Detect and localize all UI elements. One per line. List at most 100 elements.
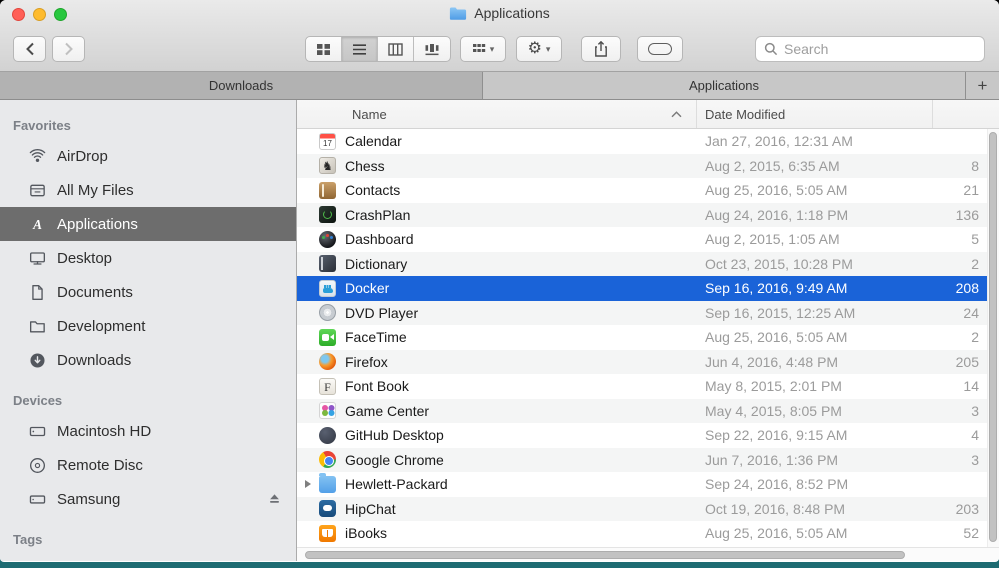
file-date-modified: Jun 7, 2016, 1:36 PM: [697, 452, 933, 468]
list-row-firefox[interactable]: FirefoxJun 4, 2016, 4:48 PM205: [297, 350, 999, 375]
folder-icon: [319, 476, 336, 493]
sidebar-item-label: Macintosh HD: [57, 423, 151, 440]
sidebar-item-downloads[interactable]: Downloads: [0, 343, 296, 377]
disc-icon: [28, 456, 47, 475]
list-view-button[interactable]: [342, 37, 378, 61]
back-button[interactable]: [13, 36, 46, 62]
coverflow-view-icon: [424, 43, 440, 56]
nav-buttons: [13, 36, 85, 62]
list-row-docker[interactable]: DockerSep 16, 2016, 9:49 AM208: [297, 276, 999, 301]
sidebar-item-samsung[interactable]: Samsung: [0, 482, 296, 516]
docker-icon: [319, 280, 336, 297]
disclosure-triangle[interactable]: [297, 480, 319, 488]
chess-icon: [319, 157, 336, 174]
tags-button[interactable]: [637, 36, 683, 62]
column-view-button[interactable]: [378, 37, 414, 61]
sidebar-item-label: Development: [57, 318, 145, 335]
forward-button[interactable]: [52, 36, 85, 62]
file-date-modified: Aug 25, 2016, 5:05 AM: [697, 329, 933, 345]
sidebar-item-macintosh-hd[interactable]: Macintosh HD: [0, 414, 296, 448]
tab-label: Applications: [689, 78, 759, 93]
list-row-hipchat[interactable]: HipChatOct 19, 2016, 8:48 PM203: [297, 497, 999, 522]
list-view-icon: [352, 43, 367, 56]
facetime-icon: [319, 329, 336, 346]
fontbook-icon: [319, 378, 336, 395]
file-name: Google Chrome: [345, 452, 697, 468]
arrange-icon: [472, 43, 486, 55]
share-button[interactable]: [581, 36, 621, 62]
sidebar-item-development[interactable]: Development: [0, 309, 296, 343]
github-icon: [319, 427, 336, 444]
tab-applications[interactable]: Applications: [483, 72, 966, 99]
search-input[interactable]: [784, 41, 976, 57]
sidebar-item-remote-disc[interactable]: Remote Disc: [0, 448, 296, 482]
hdd-icon: [28, 422, 47, 441]
plus-icon: +: [978, 76, 988, 96]
column-header-name[interactable]: Name: [297, 100, 697, 128]
file-date-modified: Aug 25, 2016, 5:05 AM: [697, 525, 933, 541]
window-title-group: Applications: [0, 5, 999, 21]
list-row-dictionary[interactable]: DictionaryOct 23, 2015, 10:28 PM2: [297, 252, 999, 277]
new-tab-button[interactable]: +: [966, 72, 999, 99]
window-chrome: Applications: [0, 0, 999, 72]
sidebar-item-applications[interactable]: AApplications: [0, 207, 296, 241]
page-title: Applications: [474, 5, 550, 21]
list-row-hewlett-packard[interactable]: Hewlett-PackardSep 24, 2016, 8:52 PM: [297, 472, 999, 497]
sidebar-item-documents[interactable]: Documents: [0, 275, 296, 309]
disclosure-triangle-icon: [305, 480, 311, 488]
eject-icon[interactable]: [265, 490, 284, 513]
list-row-chess[interactable]: ChessAug 2, 2015, 6:35 AM8: [297, 154, 999, 179]
list-row-dvd-player[interactable]: DVD PlayerSep 16, 2015, 12:25 AM24: [297, 301, 999, 326]
sidebar-item-label: Applications: [57, 216, 138, 233]
sidebar-item-all-my-files[interactable]: All My Files: [0, 173, 296, 207]
sidebar-item-desktop[interactable]: Desktop: [0, 241, 296, 275]
file-name: Calendar: [345, 133, 697, 149]
tab-label: Downloads: [209, 78, 273, 93]
titlebar[interactable]: Applications: [0, 0, 999, 28]
sidebar-section-title: Tags: [0, 524, 296, 553]
view-switcher: [305, 36, 451, 62]
list-row-contacts[interactable]: ContactsAug 25, 2016, 5:05 AM21: [297, 178, 999, 203]
list-row-dashboard[interactable]: DashboardAug 2, 2015, 1:05 AM5: [297, 227, 999, 252]
file-name: CrashPlan: [345, 207, 697, 223]
file-name: Docker: [345, 280, 697, 296]
sidebar-item-label: All My Files: [57, 182, 134, 199]
file-date-modified: Sep 16, 2016, 9:49 AM: [697, 280, 933, 296]
sidebar-item-label: Downloads: [57, 352, 131, 369]
list-row-font-book[interactable]: Font BookMay 8, 2015, 2:01 PM14: [297, 374, 999, 399]
list-row-ibooks[interactable]: iBooksAug 25, 2016, 5:05 AM52: [297, 521, 999, 546]
allmyfiles-icon: [28, 181, 47, 200]
icon-view-button[interactable]: [306, 37, 342, 61]
file-name: GitHub Desktop: [345, 427, 697, 443]
list-row-facetime[interactable]: FaceTimeAug 25, 2016, 5:05 AM2: [297, 325, 999, 350]
list-row-calendar[interactable]: CalendarJan 27, 2016, 12:31 AM: [297, 129, 999, 154]
list-row-google-chrome[interactable]: Google ChromeJun 7, 2016, 1:36 PM3: [297, 448, 999, 473]
vertical-scrollbar-thumb[interactable]: [989, 132, 997, 542]
file-name: Firefox: [345, 354, 697, 370]
search-icon: [764, 42, 778, 56]
hipchat-icon: [319, 500, 336, 517]
search-field[interactable]: [755, 36, 985, 62]
list-row-game-center[interactable]: Game CenterMay 4, 2015, 8:05 PM3: [297, 399, 999, 424]
folder-icon: [28, 317, 47, 336]
list-row-github-desktop[interactable]: GitHub DesktopSep 22, 2016, 9:15 AM4: [297, 423, 999, 448]
coverflow-view-button[interactable]: [414, 37, 450, 61]
horizontal-scrollbar-thumb[interactable]: [305, 551, 905, 559]
file-date-modified: May 8, 2015, 2:01 PM: [697, 378, 933, 394]
list-row-crashplan[interactable]: CrashPlanAug 24, 2016, 1:18 PM136: [297, 203, 999, 228]
chevron-down-icon: ▾: [546, 44, 551, 55]
file-date-modified: Oct 23, 2015, 10:28 PM: [697, 256, 933, 272]
tag-icon: [648, 43, 672, 55]
vertical-scrollbar[interactable]: [987, 129, 999, 547]
tab-downloads[interactable]: Downloads: [0, 72, 483, 99]
column-header-size[interactable]: [933, 100, 999, 128]
arrange-button[interactable]: ▾: [460, 36, 506, 62]
sort-ascending-icon: [671, 111, 682, 118]
sidebar-item-label: AirDrop: [57, 148, 108, 165]
horizontal-scrollbar[interactable]: [297, 547, 999, 561]
column-header-date[interactable]: Date Modified: [697, 100, 933, 128]
file-date-modified: May 4, 2015, 8:05 PM: [697, 403, 933, 419]
action-button[interactable]: ⚙ ▾: [516, 36, 562, 62]
sidebar-item-airdrop[interactable]: AirDrop: [0, 139, 296, 173]
sidebar-section-title: Devices: [0, 385, 296, 414]
